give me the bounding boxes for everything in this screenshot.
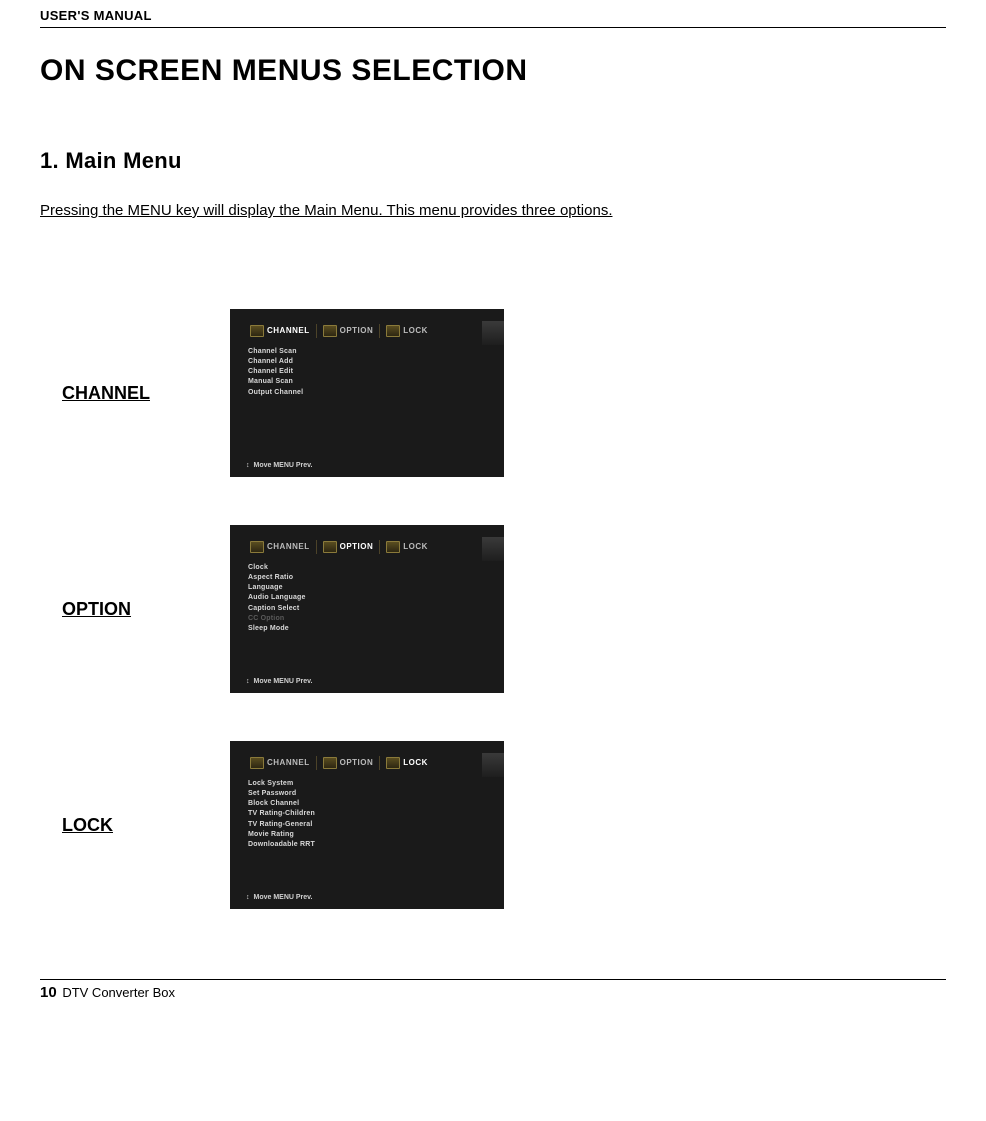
row-lock: LOCK CHANNEL OPTION LOCK Lock System Set… — [40, 741, 946, 909]
updown-arrow-icon: ↕ — [246, 678, 250, 685]
lock-icon — [386, 325, 400, 337]
row-channel: CHANNEL CHANNEL OPTION LOCK Channel Scan… — [40, 309, 946, 477]
tab-channel: CHANNEL — [244, 323, 316, 339]
tab-option-label: OPTION — [340, 758, 374, 767]
osd-option: CHANNEL OPTION LOCK Clock Aspect Ratio L… — [230, 525, 504, 693]
tab-option: OPTION — [317, 323, 380, 339]
osd-corner — [482, 321, 504, 345]
menu-item: Clock — [248, 563, 504, 573]
menu-item: Set Password — [248, 789, 504, 799]
header-rule — [40, 27, 946, 28]
tab-lock: LOCK — [380, 539, 434, 555]
osd-items: Clock Aspect Ratio Language Audio Langua… — [248, 563, 504, 634]
hint-text: Move MENU Prev. — [254, 894, 313, 901]
tab-channel-label: CHANNEL — [267, 542, 310, 551]
tab-lock-label: LOCK — [403, 542, 428, 551]
label-option: OPTION — [40, 599, 230, 620]
tab-option: OPTION — [317, 755, 380, 771]
menu-item: Channel Scan — [248, 347, 504, 357]
osd-items: Lock System Set Password Block Channel T… — [248, 779, 504, 850]
osd-tabs: CHANNEL OPTION LOCK — [230, 753, 504, 773]
tab-channel-label: CHANNEL — [267, 758, 310, 767]
page-title: ON SCREEN MENUS SELECTION — [40, 54, 946, 88]
osd-hint: ↕ Move MENU Prev. — [246, 462, 313, 469]
intro-text: Pressing the MENU key will display the M… — [40, 202, 946, 219]
osd-tabs: CHANNEL OPTION LOCK — [230, 321, 504, 341]
osd-hint: ↕ Move MENU Prev. — [246, 678, 313, 685]
footer-product: DTV Converter Box — [62, 985, 175, 1000]
menu-item: Channel Edit — [248, 367, 504, 377]
tv-icon — [250, 325, 264, 337]
hint-text: Move MENU Prev. — [254, 462, 313, 469]
hint-text: Move MENU Prev. — [254, 678, 313, 685]
menu-item: TV Rating-General — [248, 820, 504, 830]
osd-items: Channel Scan Channel Add Channel Edit Ma… — [248, 347, 504, 398]
row-option: OPTION CHANNEL OPTION LOCK Clock Aspect … — [40, 525, 946, 693]
tab-lock: LOCK — [380, 323, 434, 339]
osd-channel: CHANNEL OPTION LOCK Channel Scan Channel… — [230, 309, 504, 477]
tab-lock-label: LOCK — [403, 758, 428, 767]
osd-hint: ↕ Move MENU Prev. — [246, 894, 313, 901]
section-heading: 1. Main Menu — [40, 148, 946, 174]
tab-channel-label: CHANNEL — [267, 326, 310, 335]
lock-icon — [386, 757, 400, 769]
footer-rule — [40, 979, 946, 980]
osd-corner — [482, 537, 504, 561]
menu-item: Channel Add — [248, 357, 504, 367]
tab-channel: CHANNEL — [244, 755, 316, 771]
menu-item: Output Channel — [248, 388, 504, 398]
menu-item: Caption Select — [248, 604, 504, 614]
menu-item-disabled: CC Option — [248, 614, 504, 624]
label-lock: LOCK — [40, 815, 230, 836]
tv-icon — [250, 757, 264, 769]
tab-option-label: OPTION — [340, 542, 374, 551]
osd-lock: CHANNEL OPTION LOCK Lock System Set Pass… — [230, 741, 504, 909]
tv-icon — [250, 541, 264, 553]
footer: 10 DTV Converter Box — [40, 984, 946, 1021]
menu-item: Lock System — [248, 779, 504, 789]
osd-corner — [482, 753, 504, 777]
menu-item: Audio Language — [248, 593, 504, 603]
updown-arrow-icon: ↕ — [246, 462, 250, 469]
gear-icon — [323, 757, 337, 769]
page-number: 10 — [40, 984, 57, 1001]
label-channel: CHANNEL — [40, 383, 230, 404]
tab-option-label: OPTION — [340, 326, 374, 335]
tab-lock: LOCK — [380, 755, 434, 771]
gear-icon — [323, 541, 337, 553]
menu-item: Language — [248, 583, 504, 593]
header: USER'S MANUAL — [40, 0, 946, 23]
tab-channel: CHANNEL — [244, 539, 316, 555]
osd-tabs: CHANNEL OPTION LOCK — [230, 537, 504, 557]
menu-item: Movie Rating — [248, 830, 504, 840]
menu-item: Block Channel — [248, 799, 504, 809]
menu-item: TV Rating-Children — [248, 809, 504, 819]
menu-item: Manual Scan — [248, 377, 504, 387]
menu-item: Downloadable RRT — [248, 840, 504, 850]
menu-item: Sleep Mode — [248, 624, 504, 634]
updown-arrow-icon: ↕ — [246, 894, 250, 901]
menu-item: Aspect Ratio — [248, 573, 504, 583]
tab-option: OPTION — [317, 539, 380, 555]
tab-lock-label: LOCK — [403, 326, 428, 335]
lock-icon — [386, 541, 400, 553]
gear-icon — [323, 325, 337, 337]
